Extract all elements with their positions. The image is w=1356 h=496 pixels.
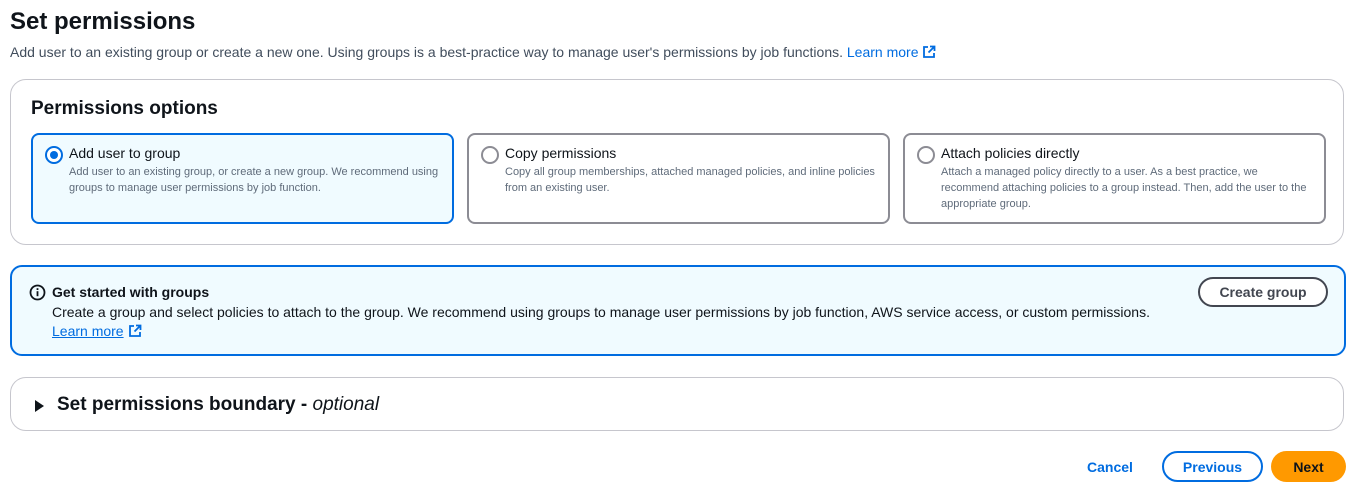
info-learn-more-link[interactable]: Learn more (52, 323, 142, 339)
option-description: Add user to an existing group, or create… (69, 166, 439, 194)
cancel-button[interactable]: Cancel (1080, 451, 1140, 482)
option-attach-policies-directly[interactable]: Attach policies directly Attach a manage… (903, 133, 1326, 224)
radio-button[interactable] (481, 146, 499, 164)
page-description-text: Add user to an existing group or create … (10, 44, 843, 60)
option-label: Attach policies directly (941, 145, 1080, 161)
learn-more-label: Learn more (846, 44, 919, 60)
external-link-icon (128, 324, 141, 337)
page-title: Set permissions (10, 8, 196, 35)
info-text: Create a group and select policies to at… (52, 304, 1150, 320)
info-learn-more-label: Learn more (52, 323, 124, 339)
radio-button[interactable] (917, 146, 935, 164)
boundary-optional-text: optional (312, 394, 380, 415)
create-group-button[interactable]: Create group (1198, 277, 1328, 307)
option-label: Add user to group (69, 145, 181, 161)
external-link-icon (923, 45, 936, 58)
radio-button-selected[interactable] (45, 146, 63, 164)
info-icon (29, 284, 46, 301)
page-description: Add user to an existing group or create … (10, 44, 936, 60)
next-button[interactable]: Next (1271, 451, 1346, 482)
option-description: Copy all group memberships, attached man… (505, 166, 875, 194)
permissions-boundary-header[interactable]: Set permissions boundary - optional (57, 394, 379, 416)
info-title: Get started with groups (52, 284, 210, 300)
option-copy-permissions[interactable]: Copy permissions Copy all group membersh… (467, 133, 890, 224)
learn-more-link[interactable]: Learn more (847, 44, 937, 60)
permissions-options-panel: Permissions options Add user to group Ad… (10, 79, 1344, 245)
permissions-boundary-expandable[interactable]: Set permissions boundary - optional (10, 377, 1344, 431)
permissions-options-title: Permissions options (31, 98, 218, 119)
boundary-title-text: Set permissions boundary - (57, 394, 313, 415)
option-label: Copy permissions (505, 145, 617, 161)
caret-right-icon[interactable] (35, 400, 44, 412)
option-add-user-to-group[interactable]: Add user to group Add user to an existin… (31, 133, 454, 224)
option-description: Attach a managed policy directly to a us… (941, 166, 1307, 210)
previous-button[interactable]: Previous (1162, 451, 1263, 482)
get-started-info-alert: Get started with groups Create a group a… (10, 265, 1346, 356)
